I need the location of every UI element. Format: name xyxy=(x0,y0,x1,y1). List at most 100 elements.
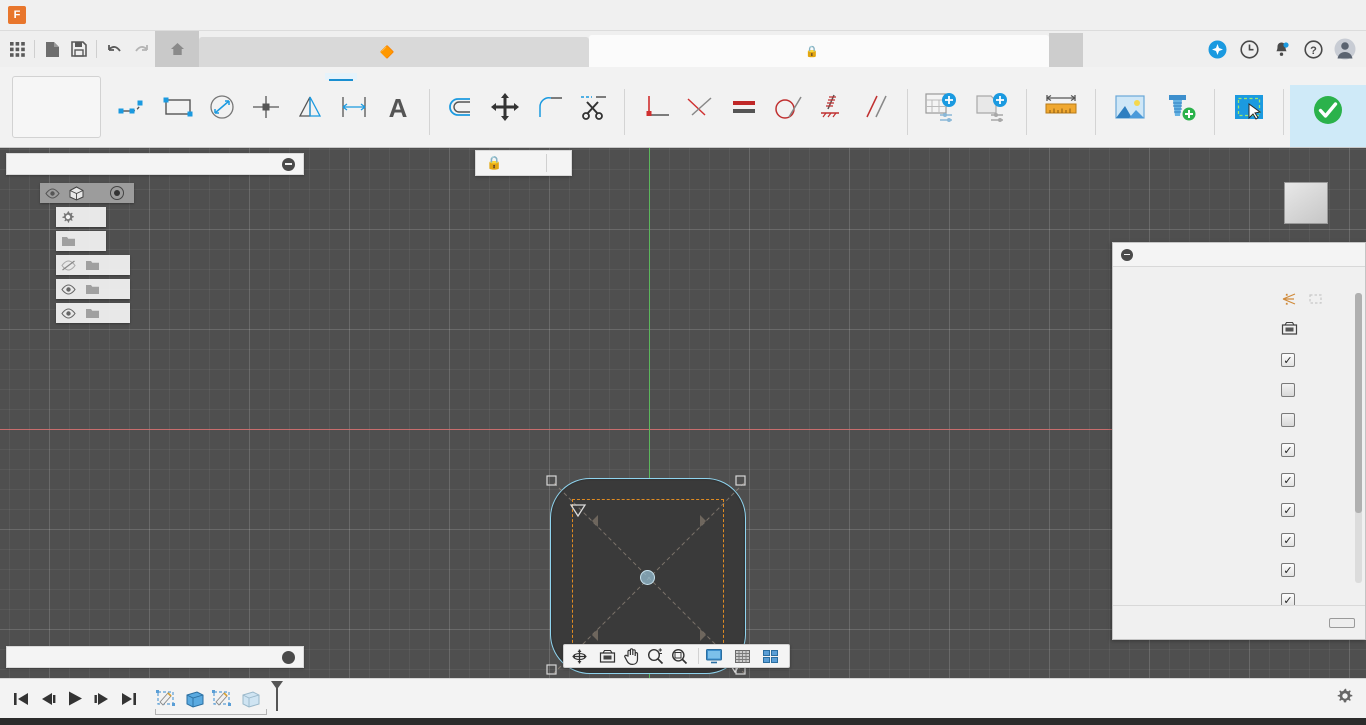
view-cube-top-face[interactable] xyxy=(1284,182,1328,224)
projected-geometries-checkbox[interactable]: ✓ xyxy=(1281,563,1295,577)
fix-ground-icon[interactable] xyxy=(811,86,853,128)
view-cube[interactable] xyxy=(1276,176,1336,236)
timeline-end-marker[interactable] xyxy=(269,680,285,717)
configure-part-icon[interactable] xyxy=(968,86,1016,128)
tab-sheet-metal[interactable] xyxy=(229,73,261,80)
palette-scrollbar[interactable] xyxy=(1355,293,1362,583)
document-tab-brainvita[interactable]: 🔶 xyxy=(199,37,589,67)
sketch-grid-checkbox[interactable]: ✓ xyxy=(1281,353,1295,367)
save-icon[interactable] xyxy=(66,34,92,64)
break-scissors-icon[interactable] xyxy=(572,86,614,128)
construction-linetype-icon[interactable] xyxy=(1281,292,1298,309)
tab-plastic[interactable] xyxy=(261,73,293,80)
profile-checkbox[interactable]: ✓ xyxy=(1281,443,1295,457)
minimize-icon[interactable] xyxy=(1121,248,1133,261)
centerline-linetype-icon[interactable] xyxy=(1308,292,1324,309)
ribbon-group-label-inspect[interactable] xyxy=(1060,129,1063,141)
ribbon-group-label-modify[interactable] xyxy=(526,129,529,141)
equal-icon[interactable] xyxy=(723,86,765,128)
fit-icon[interactable] xyxy=(667,645,691,667)
go-to-beginning-button[interactable] xyxy=(8,684,33,714)
dimensions-checkbox[interactable]: ✓ xyxy=(1281,503,1295,517)
constraints-checkbox[interactable]: ✓ xyxy=(1281,533,1295,547)
rectangle-icon[interactable] xyxy=(157,86,199,128)
step-forward-button[interactable] xyxy=(89,684,114,714)
new-document-icon[interactable] xyxy=(39,34,65,64)
grid-snaps-icon[interactable] xyxy=(730,645,754,667)
look-at-icon[interactable] xyxy=(595,645,619,667)
tree-item-sketches[interactable] xyxy=(6,303,304,323)
home-icon[interactable] xyxy=(155,31,199,67)
ribbon-group-label-finish-sketch[interactable] xyxy=(1327,132,1330,144)
offset-dimension-icon[interactable] xyxy=(333,86,375,128)
insert-mcmaster-part-icon[interactable] xyxy=(1156,86,1204,128)
ribbon-group-label-select[interactable] xyxy=(1248,129,1251,141)
tab-surface[interactable] xyxy=(165,73,197,80)
ribbon-group-label-create[interactable] xyxy=(265,129,268,141)
points-checkbox[interactable]: ✓ xyxy=(1281,473,1295,487)
palette-section-options[interactable] xyxy=(1113,273,1365,285)
fillet-icon[interactable] xyxy=(440,86,482,128)
tree-item-root[interactable] xyxy=(40,183,134,203)
trim-extend-icon[interactable] xyxy=(528,86,570,128)
tree-item-chip[interactable] xyxy=(56,207,106,227)
tab-sketch[interactable] xyxy=(325,72,357,81)
account-avatar[interactable] xyxy=(1330,32,1360,66)
insert-image-icon[interactable] xyxy=(1106,86,1154,128)
step-back-button[interactable] xyxy=(35,684,60,714)
zoom-icon[interactable] xyxy=(643,645,667,667)
tree-item-bodies[interactable] xyxy=(6,279,304,299)
tab-utilities[interactable] xyxy=(293,73,325,80)
visibility-eye-icon[interactable] xyxy=(56,307,80,319)
minimize-button[interactable] xyxy=(1228,0,1274,31)
orbit-icon[interactable] xyxy=(567,645,591,667)
pan-hand-icon[interactable] xyxy=(619,645,643,667)
visibility-eye-hidden-icon[interactable] xyxy=(56,259,80,271)
mirror-icon[interactable] xyxy=(289,86,331,128)
visibility-eye-icon[interactable] xyxy=(56,283,80,295)
finish-sketch-check-icon[interactable] xyxy=(1304,89,1352,131)
tangent-icon[interactable] xyxy=(767,86,809,128)
configure-table-icon[interactable] xyxy=(918,86,966,128)
extensions-icon[interactable] xyxy=(1202,32,1232,66)
circle-icon[interactable] xyxy=(201,86,243,128)
select-window-icon[interactable] xyxy=(1225,86,1273,128)
slice-checkbox[interactable]: ✓ xyxy=(1281,413,1295,427)
new-tab-button[interactable] xyxy=(1049,33,1083,67)
notifications-bell-icon[interactable] xyxy=(1266,32,1296,66)
close-button[interactable] xyxy=(1320,0,1366,31)
help-icon[interactable]: ? xyxy=(1298,32,1328,66)
tab-mesh[interactable] xyxy=(197,73,229,80)
tree-item-chip[interactable] xyxy=(56,303,130,323)
job-status-icon[interactable] xyxy=(1234,32,1264,66)
ribbon-group-finish-sketch[interactable] xyxy=(1290,85,1366,147)
tree-item-chip[interactable] xyxy=(56,279,130,299)
workspace-selector[interactable] xyxy=(12,76,101,138)
parallel-icon[interactable] xyxy=(855,86,897,128)
go-to-end-button[interactable] xyxy=(116,684,141,714)
active-component-radio[interactable] xyxy=(110,186,124,200)
add-comment-button[interactable] xyxy=(282,650,295,664)
document-tab-slidind-puzzel[interactable]: 🔒 xyxy=(589,35,1049,67)
tree-item-document-settings[interactable] xyxy=(6,207,304,227)
snap-checkbox[interactable]: ✓ xyxy=(1281,383,1295,397)
measure-ruler-icon[interactable] xyxy=(1037,86,1085,128)
visibility-eye-icon[interactable] xyxy=(40,187,64,199)
ribbon-group-label-constraints[interactable] xyxy=(765,129,768,141)
tree-item-chip[interactable] xyxy=(56,255,130,275)
coincident-icon[interactable] xyxy=(679,86,721,128)
gear-icon[interactable] xyxy=(1336,687,1354,710)
ribbon-group-label-insert[interactable] xyxy=(1154,129,1157,141)
tree-item-named-views[interactable] xyxy=(6,231,304,251)
tree-item-origin[interactable] xyxy=(6,255,304,275)
construction-geometries-checkbox[interactable]: ✓ xyxy=(1281,593,1295,605)
finish-sketch-button[interactable] xyxy=(1329,617,1355,628)
ribbon-group-label-configure[interactable] xyxy=(966,129,969,141)
text-icon[interactable]: A xyxy=(377,86,419,128)
tree-root-node[interactable] xyxy=(6,183,304,203)
display-settings-icon[interactable] xyxy=(702,645,726,667)
move-copy-icon[interactable] xyxy=(484,86,526,128)
tree-item-chip[interactable] xyxy=(56,231,106,251)
line-icon[interactable] xyxy=(113,86,155,128)
viewports-icon[interactable] xyxy=(758,645,782,667)
